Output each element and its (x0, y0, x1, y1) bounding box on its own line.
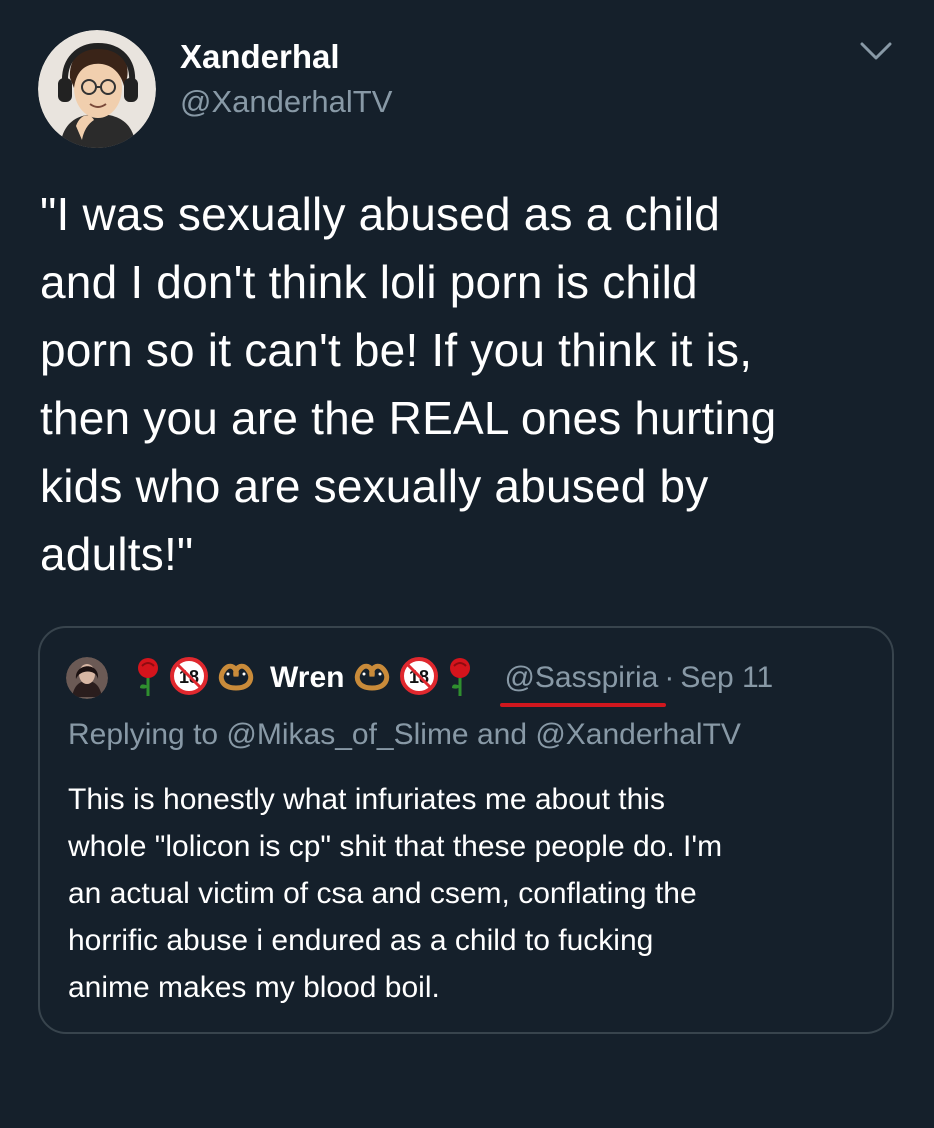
author-handle: @XanderhalTV (180, 84, 393, 119)
quoted-text-line: horrific abuse i endured as a child to f… (68, 924, 654, 957)
quoted-tweet-text: This is honestly what infuriates me abou… (68, 776, 868, 1011)
dot-separator: · (664, 661, 675, 694)
tweet-menu-button[interactable] (858, 38, 894, 64)
tweet-text: "I was sexually abused as a child and I … (40, 180, 900, 588)
quoted-text-line: This is honestly what infuriates me abou… (68, 783, 665, 816)
no-under-18-emoji-icon: 18 (400, 656, 439, 700)
tweet-text-line: porn so it can't be! If you think it is, (40, 324, 753, 376)
author-avatar[interactable] (38, 30, 156, 148)
quoted-author-handle[interactable]: @Sasspiria (500, 661, 667, 707)
quoted-text-line: whole "lolicon is cp" shit that these pe… (68, 830, 723, 863)
cartoon-man-headphones-avatar-icon (38, 30, 156, 148)
pretzel-emoji-icon (216, 660, 256, 697)
quoted-tweet[interactable]: 18 Wren (38, 626, 894, 1034)
quoted-author-display-name[interactable]: Wren (270, 661, 344, 695)
author-display-name[interactable]: Xanderhal (180, 38, 340, 76)
rose-emoji-icon (134, 656, 162, 701)
quoted-text-line: an actual victim of csa and csem, confla… (68, 877, 697, 910)
tweet-text-line: adults!" (40, 528, 194, 580)
tweet-text-line: then you are the REAL ones hurting (40, 392, 777, 444)
rose-emoji-icon (446, 656, 474, 701)
replying-to-text: Replying to @Mikas_of_Slime and @Xanderh… (68, 718, 741, 751)
tweet-text-line: kids who are sexually abused by (40, 460, 709, 512)
tweet-text-line: "I was sexually abused as a child (40, 188, 721, 240)
chevron-down-icon (860, 42, 892, 60)
pretzel-emoji-icon (352, 660, 392, 697)
quoted-author-handle-text: @Sasspiria (504, 661, 659, 694)
no-under-18-emoji-icon: 18 (170, 656, 208, 700)
quoted-author-avatar[interactable] (66, 657, 108, 699)
quoted-tweet-header: 18 Wren (66, 656, 866, 707)
tweet-text-line: and I don't think loli porn is child (40, 256, 698, 308)
quoted-text-line: anime makes my blood boil. (68, 971, 440, 1004)
quoted-tweet-date[interactable]: Sep 11 (680, 661, 773, 695)
red-underline-annotation (500, 703, 667, 707)
tweet-card: Xanderhal @XanderhalTV "I was sexually a… (0, 0, 934, 1128)
user-avatar-icon (66, 657, 108, 699)
